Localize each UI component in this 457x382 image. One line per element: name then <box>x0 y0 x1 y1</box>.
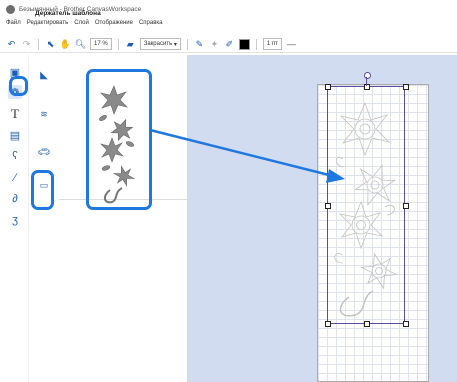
highlight-frame-category <box>31 170 54 210</box>
zoom-value: 17 <box>94 41 101 47</box>
panel-title: Держатель шаблона <box>35 10 101 17</box>
menu-file[interactable]: Файл <box>6 20 21 32</box>
zoom-icon[interactable]: 🔍︎ <box>75 39 86 50</box>
fill-dropdown[interactable]: Закрасить ▾ <box>139 38 181 50</box>
menu-help[interactable]: Справка <box>139 20 163 32</box>
resize-handle-top-left[interactable] <box>325 84 331 90</box>
draw-tool-icon[interactable]: ⁄ <box>8 171 22 185</box>
toolbar: ↶ ↷ ⬉ ✋ 🔍︎ 17 % ▰ Закрасить ▾ ✎ ✦ ✐ 1 пт… <box>0 36 457 53</box>
app-icon <box>6 4 15 14</box>
paint-icon[interactable]: ✎ <box>194 39 205 50</box>
category-lines-icon[interactable]: ≋ <box>37 107 51 121</box>
toolbar-separator <box>255 38 257 50</box>
highlight-pattern-tool <box>9 76 28 96</box>
toolbar-separator <box>38 38 39 50</box>
zoom-unit: % <box>102 41 108 47</box>
resize-handle-bottom-right[interactable] <box>403 321 409 327</box>
canvas-area[interactable] <box>187 55 457 382</box>
line-style-icon[interactable]: — <box>286 39 297 50</box>
menu-bar: Файл Редактировать Слой Отображение Спра… <box>0 20 163 32</box>
toolbar-separator <box>186 38 188 50</box>
toolbar-separator <box>117 38 119 50</box>
line-width-unit: пт <box>271 41 278 47</box>
redo-icon[interactable]: ↷ <box>21 39 32 50</box>
category-car-icon[interactable]: 🚗︎ <box>37 145 51 159</box>
curve-tool-icon[interactable]: ∂ <box>8 192 22 206</box>
text-tool-icon[interactable]: T <box>8 106 22 121</box>
pen-icon[interactable]: ✐ <box>224 39 235 50</box>
resize-handle-top[interactable] <box>364 84 370 90</box>
category-basic-icon[interactable]: ◣ <box>37 68 51 82</box>
select-icon[interactable]: ⬉ <box>45 39 56 50</box>
resize-handle-bottom-left[interactable] <box>325 321 331 327</box>
zoom-field[interactable]: 17 % <box>90 38 112 50</box>
menu-layer[interactable]: Слой <box>74 20 89 32</box>
undo-icon[interactable]: ↶ <box>6 39 17 50</box>
eraser-icon[interactable]: ✦ <box>209 39 220 50</box>
image-tool-icon[interactable]: ▤ <box>8 128 22 142</box>
menu-edit[interactable]: Редактировать <box>27 20 68 32</box>
path-tool-icon[interactable]: ʕ <box>8 149 22 163</box>
pan-icon[interactable]: ✋ <box>60 39 71 50</box>
spiral-tool-icon[interactable]: ʒ <box>8 213 22 227</box>
line-width-value: 1 <box>266 41 271 47</box>
rotate-handle-stem <box>366 77 367 86</box>
highlight-pattern-thumbnail <box>86 69 152 210</box>
resize-handle-bottom[interactable] <box>364 321 370 327</box>
fill-label: Закрасить <box>143 41 173 47</box>
resize-handle-right[interactable] <box>403 203 409 209</box>
left-toolbar: ▣ ❁ T ▤ ʕ ⁄ ∂ ʒ <box>0 55 29 382</box>
resize-handle-left[interactable] <box>325 203 331 209</box>
fill-icon[interactable]: ▰ <box>125 39 136 50</box>
line-width-field[interactable]: 1 пт <box>262 38 282 50</box>
resize-handle-top-right[interactable] <box>403 84 409 90</box>
menu-view[interactable]: Отображение <box>95 20 133 32</box>
selection-box[interactable] <box>327 86 405 324</box>
color-swatch[interactable] <box>238 38 250 50</box>
